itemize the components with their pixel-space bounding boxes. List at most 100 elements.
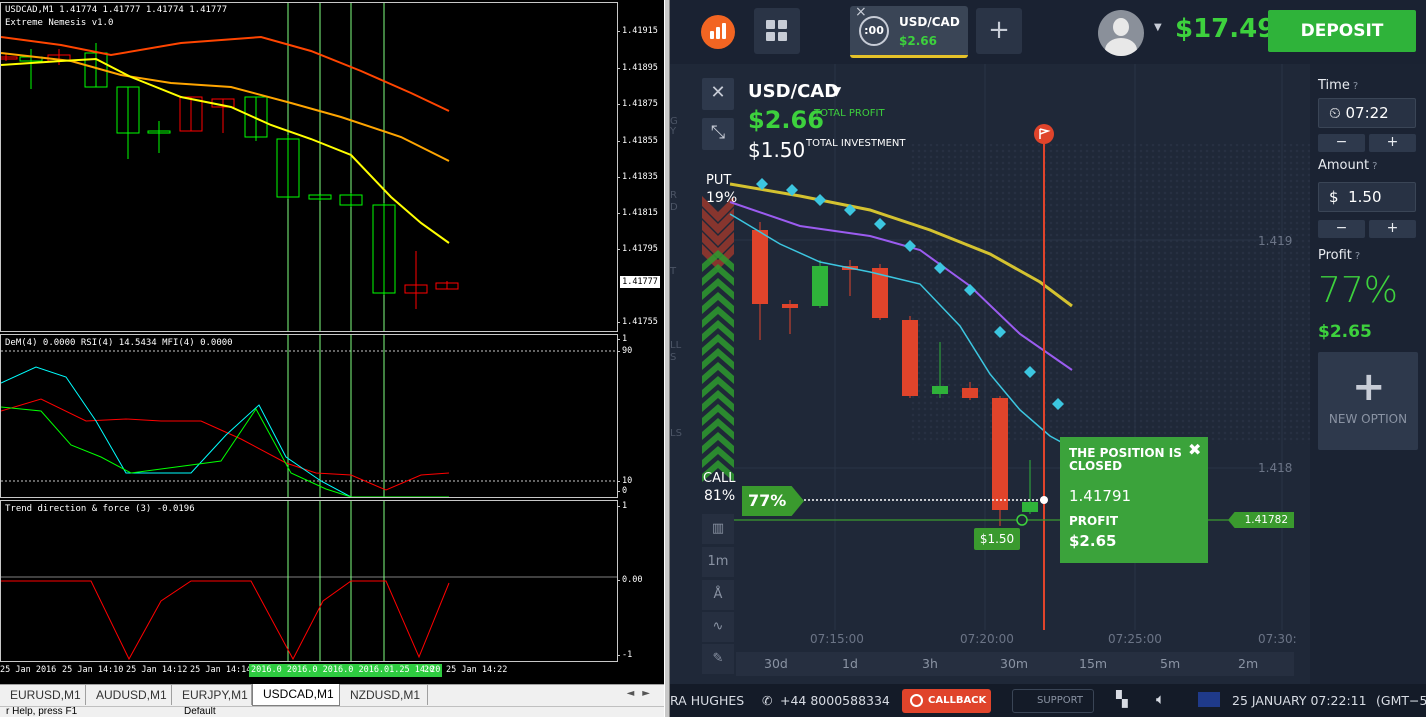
phone-number[interactable]: +44 8000588334 — [780, 693, 890, 708]
logo-icon[interactable] — [701, 15, 735, 49]
time-label: 25 Jan 14:14 — [190, 665, 252, 675]
profit-percentage: 77% — [1318, 270, 1399, 311]
chart-type-icon[interactable]: ▥ — [702, 514, 734, 544]
tab-eurjpy[interactable]: EURJPY,M1 — [172, 685, 252, 705]
timeframe-5m[interactable]: 5m — [1160, 656, 1180, 671]
minimize-icon[interactable]: ⤡ — [702, 118, 734, 150]
rsi-line — [1, 398, 450, 491]
osc-tick: 0 — [616, 486, 628, 496]
tab-scroll-arrows[interactable]: ◄► — [627, 688, 658, 699]
amount-minus-button[interactable]: − — [1318, 220, 1365, 238]
close-chart-icon[interactable]: ✕ — [702, 78, 734, 110]
ghost-menu-item: S — [670, 352, 677, 363]
timeframe-1d[interactable]: 1d — [842, 656, 858, 671]
candle-body — [992, 398, 1008, 510]
chevron-down-icon[interactable]: ▼ — [832, 84, 841, 98]
tab-audusd[interactable]: AUDUSD,M1 — [86, 685, 172, 705]
sound-icon[interactable]: 🔈︎ — [1156, 690, 1165, 708]
time-label: 25 Jan 14:10 — [62, 665, 124, 675]
call-percentage: 81% — [704, 488, 736, 504]
trend-pane[interactable]: Trend direction & force (3) -0.0196 — [0, 500, 618, 662]
top-bar: × :00 USD/CAD $2.66 + ▼ $17.49 DEPOSIT — [670, 0, 1426, 64]
drawing-tools-icon[interactable]: Å — [702, 580, 734, 610]
date-time: 25 JANUARY 07:22:11 — [1232, 693, 1367, 708]
deposit-button[interactable]: DEPOSIT — [1268, 10, 1416, 52]
price-tick: 1.41815 — [617, 208, 658, 218]
amount-plus-button[interactable]: + — [1369, 220, 1416, 238]
avatar[interactable] — [1098, 10, 1144, 56]
total-investment: $1.50 — [748, 138, 806, 162]
time-field[interactable]: ⏲ 07:22 — [1318, 98, 1416, 128]
put-label: PUT — [706, 173, 732, 188]
tab-usdcad[interactable]: USDCAD,M1 — [252, 684, 340, 706]
oscillator-pane[interactable]: DeM(4) 0.0000 RSI(4) 14.5434 MFI(4) 0.00… — [0, 334, 618, 498]
time-label: 25 Jan 2016 — [0, 665, 57, 675]
chart-icon[interactable]: ▚ — [1116, 690, 1128, 708]
ghost-menu-item: Y — [670, 126, 677, 137]
price-tick: 1.41875 — [617, 99, 658, 109]
user-name: RA HUGHES — [670, 693, 745, 708]
oscillator-svg — [1, 335, 617, 497]
chevron-down-icon[interactable]: ▼ — [1154, 22, 1162, 33]
trend-tick: 1 — [616, 501, 628, 511]
y-axis-label: 1.418 — [1258, 461, 1293, 475]
iq-option-platform: × :00 USD/CAD $2.66 + ▼ $17.49 DEPOSIT G… — [670, 0, 1426, 717]
timezone: (GMT−5) — [1376, 693, 1426, 708]
status-profile: Default — [184, 706, 216, 717]
amount-field[interactable]: $ 1.50 — [1318, 182, 1416, 212]
timeframe-30d[interactable]: 30d — [764, 656, 788, 671]
indicators-icon[interactable]: ∿ — [702, 612, 734, 642]
support-button[interactable]: SUPPORT — [1012, 689, 1094, 713]
tab-eurusd[interactable]: EURUSD,M1 — [0, 685, 86, 705]
timeframe-30m[interactable]: 30m — [1000, 656, 1028, 671]
osc-tick: 1 — [616, 334, 628, 344]
trend-axis: 1 0.00 -1 — [616, 500, 664, 662]
position-closed-panel: THE POSITION IS CLOSED ✖ 1.41791 PROFIT … — [1060, 437, 1208, 563]
pencil-icon[interactable]: ✎ — [702, 644, 734, 674]
trend-title: Trend direction & force (3) -0.0196 — [5, 504, 195, 514]
time-highlight: 2016.0 2016.0 2016.0 2016.01.25 14:20 — [249, 664, 443, 677]
candle-body — [752, 230, 768, 304]
profit-label: PROFIT — [1069, 514, 1119, 528]
signal-diamond-icon — [814, 194, 826, 206]
total-investment-label: TOTAL INVESTMENT — [806, 138, 906, 149]
callback-button[interactable]: CALLBACK — [902, 689, 991, 713]
time-minus-button[interactable]: − — [1318, 134, 1365, 152]
chart-tabs: EURUSD,M1 AUDUSD,M1 EURJPY,M1 USDCAD,M1 … — [0, 684, 664, 706]
trend-tick: -1 — [616, 650, 633, 660]
indicator-label: Extreme Nemesis v1.0 — [5, 18, 114, 28]
add-asset-button[interactable]: + — [976, 8, 1022, 54]
asset-tab-name: USD/CAD — [899, 15, 960, 29]
x-axis-label: 07:25:00 — [1108, 632, 1162, 646]
timeframe-3h[interactable]: 3h — [922, 656, 938, 671]
profit-value: $2.65 — [1069, 532, 1117, 550]
price-tick: 1.41755 — [617, 317, 658, 327]
timeframe-15m[interactable]: 15m — [1079, 656, 1107, 671]
help-icon[interactable]: ? — [1355, 251, 1360, 262]
trading-chart[interactable]: G Y R D T LL S LS ✕ ⤡ USD/CAD ▼ $2.66 TO… — [670, 64, 1310, 684]
tab-nzdusd[interactable]: NZDUSD,M1 — [340, 685, 428, 705]
asset-tab-profit: $2.66 — [899, 34, 937, 48]
price-chart-pane[interactable]: USDCAD,M1 1.41774 1.41777 1.41774 1.4177… — [0, 2, 618, 332]
candle-body — [902, 320, 918, 396]
deal-marker — [1016, 514, 1028, 526]
chart-title: USDCAD,M1 1.41774 1.41777 1.41774 1.4177… — [5, 5, 228, 15]
asset-tab-usdcad[interactable]: × :00 USD/CAD $2.66 — [850, 4, 968, 58]
expiry-flag-icon — [1034, 124, 1054, 144]
oscillator-axis: 1 90 10 0 — [616, 334, 664, 498]
candle-body — [1, 56, 18, 60]
flag-uk-icon[interactable] — [1198, 692, 1220, 707]
asset-title[interactable]: USD/CAD — [748, 81, 839, 102]
help-icon[interactable]: ? — [1372, 161, 1377, 172]
help-icon[interactable]: ? — [1353, 81, 1358, 92]
timeframe-2m[interactable]: 2m — [1238, 656, 1258, 671]
grid-icon[interactable] — [754, 8, 800, 54]
close-icon[interactable]: ✖ — [1188, 440, 1201, 459]
status-bar: r Help, press F1 Default — [0, 706, 664, 717]
phone-icon — [910, 694, 923, 707]
candle-interval-button[interactable]: 1m — [702, 547, 734, 577]
timer-icon: :00 — [859, 16, 889, 46]
time-plus-button[interactable]: + — [1369, 134, 1416, 152]
candle-body — [812, 266, 828, 306]
new-option-button[interactable]: + NEW OPTION — [1318, 352, 1418, 450]
